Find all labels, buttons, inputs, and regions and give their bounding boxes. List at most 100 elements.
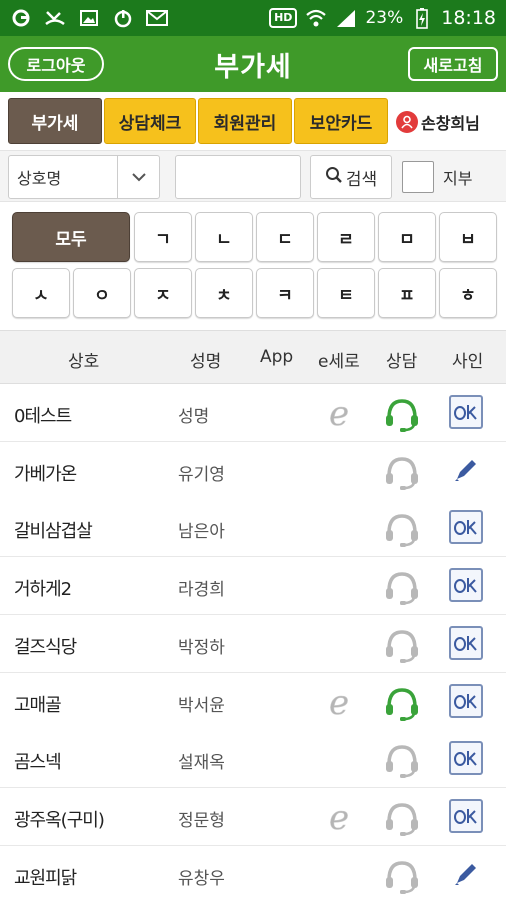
headset-icon[interactable] [382, 856, 422, 896]
branch-checkbox[interactable] [402, 161, 434, 193]
representative-name: 설재옥 [178, 753, 225, 774]
search-field-value: 상호명 [17, 169, 62, 188]
tab-security-card[interactable]: 보안카드 [294, 98, 388, 144]
pen-icon[interactable] [449, 857, 485, 893]
col-consult: 상담 [386, 352, 418, 372]
filter-key[interactable]: ㄷ [256, 212, 314, 262]
filter-key[interactable]: ㅎ [439, 268, 497, 318]
tab-consult-check[interactable]: 상담체크 [104, 98, 196, 144]
headset-icon[interactable] [382, 452, 422, 492]
headset-icon[interactable] [382, 509, 422, 549]
missed-call-icon [44, 7, 66, 29]
filter-key[interactable]: ㅅ [12, 268, 70, 318]
filter-key[interactable]: ㄹ [317, 212, 375, 262]
representative-name: 박정하 [178, 637, 225, 658]
col-app: App [260, 347, 294, 367]
table-row[interactable]: 교원피닭 유창우 [0, 845, 506, 900]
svg-text:e: e [329, 683, 349, 721]
business-name: 갈비삼겹살 [14, 521, 93, 543]
search-input[interactable] [175, 155, 301, 199]
headset-icon[interactable] [382, 394, 422, 434]
pen-icon[interactable] [449, 453, 485, 489]
search-field-select[interactable]: 상호명 [8, 155, 160, 199]
filter-key[interactable]: ㅁ [378, 212, 436, 262]
e-sero-icon: e [320, 682, 358, 723]
tab-bar: 부가세 상담체크 회원관리 보안카드 손창희님 [0, 92, 506, 150]
table-row[interactable]: 0테스트 성명 e [0, 384, 506, 442]
battery-charging-icon [411, 7, 433, 29]
col-business-name: 상호 [68, 352, 100, 372]
table-header: 상호 성명 App e세로 상담 사인 [0, 330, 506, 384]
business-name: 거하게2 [14, 579, 72, 601]
refresh-button[interactable]: 새로고침 [408, 47, 498, 81]
sign-ok-icon[interactable] [449, 510, 485, 546]
filter-key[interactable]: ㅇ [73, 268, 131, 318]
business-name: 교원피닭 [14, 867, 77, 889]
table-row[interactable]: 고매골 박서윤 e [0, 672, 506, 731]
battery-percent: 23% [365, 8, 404, 28]
filter-key[interactable]: ㄴ [195, 212, 253, 262]
col-sign: 사인 [452, 352, 484, 372]
filter-key[interactable]: ㅋ [256, 268, 314, 318]
headset-icon[interactable] [382, 625, 422, 665]
power-icon [112, 7, 134, 29]
signal-icon [335, 7, 357, 29]
business-name: 가베가온 [14, 463, 77, 485]
search-bar: 상호명 검색 지부 [0, 150, 506, 202]
filter-key[interactable]: ㅊ [195, 268, 253, 318]
filter-key[interactable]: ㅂ [439, 212, 497, 262]
search-icon [325, 166, 343, 189]
business-name: 곰스넥 [14, 752, 62, 774]
filter-key[interactable]: ㅌ [317, 268, 375, 318]
col-e-sero: e세로 [318, 352, 360, 372]
initial-filter-grid: 모두 ㄱ ㄴ ㄷ ㄹ ㅁ ㅂ ㅅ ㅇ ㅈ ㅊ ㅋ ㅌ ㅍ ㅎ [0, 202, 506, 328]
image-icon [78, 7, 100, 29]
col-rep-name: 성명 [190, 352, 222, 372]
logout-button[interactable]: 로그아웃 [8, 47, 104, 81]
table-row[interactable]: 곰스넥 설재옥 [0, 730, 506, 789]
tab-member-management[interactable]: 회원관리 [198, 98, 292, 144]
table-row[interactable]: 갈비삼겹살 남은아 [0, 499, 506, 558]
svg-text:e: e [329, 798, 349, 836]
headset-icon[interactable] [382, 567, 422, 607]
table-row[interactable]: 거하게2 라경희 [0, 557, 506, 616]
sign-ok-icon[interactable] [449, 625, 485, 662]
filter-key[interactable]: ㅈ [134, 268, 192, 318]
headset-icon[interactable] [382, 740, 422, 780]
representative-name: 박서윤 [178, 695, 225, 716]
filter-key[interactable]: ㅍ [378, 268, 436, 318]
filter-all-button[interactable]: 모두 [12, 212, 130, 262]
clock: 18:18 [441, 7, 496, 29]
search-button-label: 검색 [345, 169, 378, 190]
table-row[interactable]: 가베가온 유기영 [0, 441, 506, 500]
representative-name: 정문형 [178, 810, 225, 831]
sign-ok-icon[interactable] [449, 683, 485, 720]
app-header: 로그아웃 부가세 새로고침 [0, 36, 506, 92]
business-name: 0테스트 [14, 406, 72, 427]
tab-vat[interactable]: 부가세 [8, 98, 102, 144]
sign-ok-icon[interactable] [449, 395, 485, 431]
representative-name: 유창우 [178, 868, 225, 889]
sign-ok-icon[interactable] [449, 568, 485, 604]
business-name: 고매골 [14, 694, 62, 716]
system-status: HD 23% 18:18 [269, 7, 496, 29]
sign-ok-icon[interactable] [449, 741, 485, 777]
status-bar: HD 23% 18:18 [0, 0, 506, 36]
table-row[interactable]: 걸즈식당 박정하 [0, 614, 506, 673]
e-sero-icon: e [320, 394, 358, 435]
chevron-down-icon[interactable] [117, 156, 159, 198]
representative-name: 남은아 [178, 522, 225, 543]
business-name: 걸즈식당 [14, 636, 77, 658]
sign-ok-icon[interactable] [449, 798, 485, 835]
user-info: 손창희님 [396, 110, 480, 134]
svg-text:e: e [329, 394, 349, 432]
e-sero-icon: e [320, 798, 358, 839]
filter-key[interactable]: ㄱ [134, 212, 192, 262]
table-row[interactable]: 광주옥(구미) 정문형 e [0, 787, 506, 846]
app-g-icon [10, 7, 32, 29]
headset-icon[interactable] [382, 798, 422, 838]
headset-icon[interactable] [382, 683, 422, 723]
search-button[interactable]: 검색 [310, 155, 392, 199]
branch-checkbox-label: 지부 [443, 169, 473, 188]
representative-name: 라경희 [178, 580, 225, 601]
